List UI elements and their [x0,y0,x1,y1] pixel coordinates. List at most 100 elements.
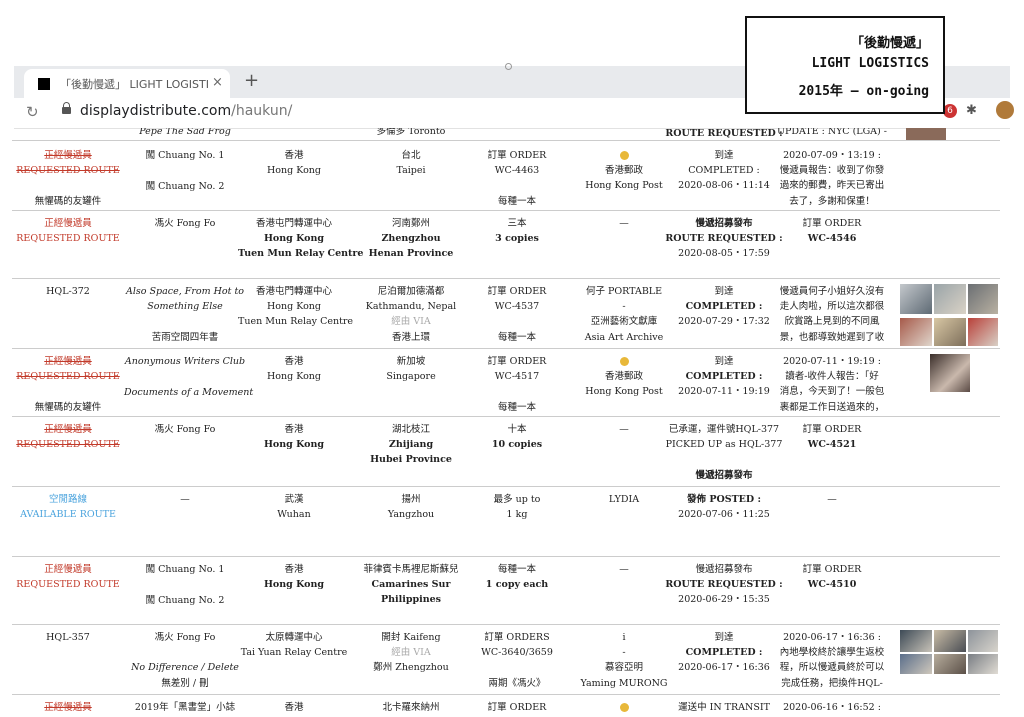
order-link[interactable]: WC-4463 [458,163,576,179]
url-text[interactable]: displaydistribute.com/haukun/ [80,103,292,119]
order-label: 訂單 ORDER [487,702,547,713]
publication-link[interactable]: Something Else [124,299,246,315]
publication-link[interactable]: 馮火 Fong Fo [124,422,246,438]
via-cell: 香港上環 [391,332,430,343]
extension-badge-icon[interactable]: 6 [943,104,957,118]
order-link[interactable]: WC-4510 [768,577,896,593]
destination-cell-en: Taipei [396,165,426,176]
destination-cell-en: Zhengzhou [381,233,441,244]
photo-thumbnail[interactable] [900,630,932,652]
photo-thumbnail[interactable] [934,630,966,652]
package-id[interactable]: HQL-372 [12,284,124,300]
quantity-cell-en: 10 copies [491,439,543,450]
courier-cell: 正經慢遞員 [44,356,92,367]
courier-cell: 正經慢遞員 [44,218,92,229]
origin-cell-en: Hong Kong [267,165,321,176]
photo-thumbnail[interactable] [934,284,966,314]
destination-cell: 多倫多 Toronto [376,128,446,137]
destination-cell: 河南鄭州 [391,218,430,229]
order-link[interactable]: WC-3640/3659 [458,645,576,661]
origin-cell: 香港 [284,702,304,713]
courier-cell: 正經慢遞員 [44,424,92,435]
publication-link[interactable]: Documents of a Movement [124,385,253,401]
origin-cell-en: Hong Kong [263,439,325,450]
table-row[interactable]: 正經慢遞員 REQUESTED ROUTE 馮火 Fong Fo 香港屯門轉運中… [12,210,1000,279]
table-row[interactable]: HQL-372 Also Space, From Hot to Somethin… [12,278,1000,349]
courier-cell: 空閒路線 [48,494,87,505]
publication-link[interactable]: 闖 Chuang No. 1 [124,562,246,578]
browser-tab[interactable]: 「後勤慢遞」 LIGHT LOGISTIC × [24,69,230,98]
quantity-cell: 每種一本 [497,332,536,343]
publication-link[interactable]: 闖 Chuang No. 1 [124,148,246,164]
origin-cell-detail: Tuen Mun Relay Centre [238,248,364,259]
publication-cell: — [180,494,190,505]
table-row[interactable]: 正經慢遞員 2019年「黑書堂」小誌 香港 北卡羅來納州 訂單 ORDER 運送… [12,694,1000,717]
note-text: 內地學校終於讓學生返校 [779,647,885,658]
quantity-cell: 十本 [507,424,527,435]
order-label: 訂單 ORDER [802,564,862,575]
order-link[interactable]: WC-4546 [768,231,896,247]
close-icon[interactable]: × [212,75,223,90]
order-label: 訂單 ORDER [487,150,547,161]
table-row[interactable]: 空閒路線 AVAILABLE ROUTE — 武漢 Wuhan 揚州 Yangz… [12,486,1000,557]
publication-link[interactable]: No Difference / Delete [124,660,246,676]
courier-cell: 正經慢遞員 [44,150,92,161]
photo-thumbnail[interactable] [968,654,998,674]
photo-thumbnail[interactable] [968,630,998,652]
reload-icon[interactable]: ↻ [26,103,39,121]
destination-cell-en: Kathmandu, Nepal [365,301,457,312]
photo-thumbnail[interactable] [968,318,998,346]
puzzle-icon[interactable]: ✱ [966,103,977,118]
route-status-cell: AVAILABLE ROUTE [20,509,116,520]
photo-thumbnail[interactable] [934,654,966,674]
photo-thumbnail[interactable] [968,284,998,314]
table-row[interactable]: 正經慢遞員 REQUESTED ROUTE 無懼碼的友罐件 Anonymous … [12,348,1000,417]
origin-cell: 武漢 [284,494,304,505]
route-status-cell: REQUESTED ROUTE [16,371,120,382]
order-link[interactable]: WC-4537 [458,299,576,315]
publication-link[interactable]: Anonymous Writers Club [124,354,246,370]
destination-cell-detail: Philippines [380,594,442,605]
avatar[interactable] [996,101,1014,119]
status-date: 2020-08-05・17:59 [678,248,770,259]
photo-thumbnail[interactable] [900,284,932,314]
package-id[interactable]: HQL-357 [12,630,124,646]
publication-link[interactable]: 2019年「黑書堂」小誌 [124,700,246,716]
photo-thumbnail[interactable] [934,318,966,346]
origin-cell: 太原轉運中心 [265,632,323,643]
publication-link[interactable]: Also Space, From Hot to [124,284,246,300]
origin-cell: 香港屯門轉運中心 [255,286,332,297]
caption-english-title: LIGHT LOGISTICS [811,56,929,71]
table-row[interactable]: 正經慢遞員 REQUESTED ROUTE 馮火 Fong Fo 香港 Hong… [12,416,1000,487]
courier-note: 無懼碼的友罐件 [34,196,102,207]
caption-chinese-title: 「後勤慢遞」 [850,36,929,51]
table-row[interactable]: 正經慢遞員 REQUESTED ROUTE 無懼碼的友罐件 闖 Chuang N… [12,142,1000,211]
destination-cell: 尼泊爾加德滿都 [377,286,445,297]
courier-note: 無懼碼的友罐件 [34,402,102,413]
favicon-icon [38,78,50,90]
note-text: 完成任務，把換件HQL- [781,678,883,689]
publication-link[interactable]: 馮火 Fong Fo [124,630,246,646]
photo-thumbnail[interactable] [930,354,970,392]
photo-thumbnail[interactable] [906,128,946,140]
note-text: 去了，多謝和保重！ [789,196,875,207]
quantity-cell: 每種一本 [497,402,536,413]
publication-link[interactable]: 闖 Chuang No. 2 [124,179,246,195]
publication-link[interactable]: 馮火 Fong Fo [124,216,246,232]
title-caption-box: 「後勤慢遞」 LIGHT LOGISTICS 2015年 — on-going [745,16,945,114]
origin-cell-en: Tai Yuan Relay Centre [240,647,348,658]
table-row[interactable]: HQL-357 馮火 Fong Fo No Difference / Delet… [12,624,1000,695]
publication-link[interactable]: 闖 Chuang No. 2 [124,593,246,609]
order-link[interactable]: WC-4517 [458,369,576,385]
publication-cell: Pepe The Sad Frog [139,128,231,137]
recipient-cell-en: Yaming MURONG [580,678,668,689]
photo-thumbnail[interactable] [900,318,932,346]
courier-cell: 正經慢遞員 [44,564,92,575]
photo-thumbnail[interactable] [900,654,932,674]
capacity-cell: 1 kg [506,509,528,520]
order-link[interactable]: WC-4521 [768,437,896,453]
via-label: 經由 VIA [391,647,431,658]
new-tab-icon[interactable]: + [244,70,259,91]
table-row[interactable]: 正經慢遞員 REQUESTED ROUTE 闖 Chuang No. 1 闖 C… [12,556,1000,625]
note-date: 2020-07-09・13:19 : [783,150,881,161]
